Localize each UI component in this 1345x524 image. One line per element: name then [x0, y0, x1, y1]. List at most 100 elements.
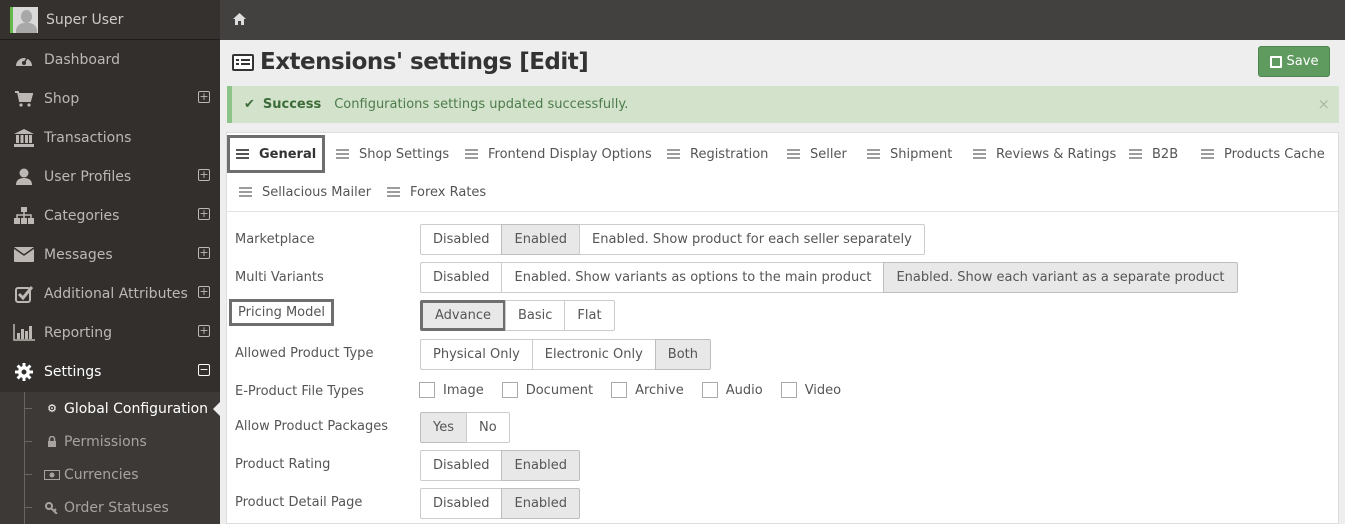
sidebar-item-shop[interactable]: Shop + — [0, 79, 220, 118]
checkbox[interactable] — [780, 382, 797, 398]
sidebar-item-user-profiles[interactable]: User Profiles + — [0, 157, 220, 196]
sidebar-item-dashboard[interactable]: Dashboard — [0, 40, 220, 79]
multi-variants-option-separate[interactable]: Enabled. Show each variant as a separate… — [883, 262, 1238, 293]
expand-icon[interactable]: + — [198, 169, 210, 181]
main-content: Extensions' settings [Edit] Save ✔ Succe… — [220, 40, 1345, 524]
lock-icon — [44, 436, 60, 447]
detail-page-option-disabled[interactable]: Disabled — [420, 488, 503, 519]
tab-frontend-display-options[interactable]: Frontend Display Options — [465, 136, 652, 172]
sidebar-item-transactions[interactable]: Transactions — [0, 118, 220, 157]
list-icon — [867, 149, 880, 159]
submenu-item-order-statuses[interactable]: Order Statuses — [0, 491, 220, 524]
expand-icon[interactable]: + — [198, 208, 210, 220]
sidebar-item-reporting[interactable]: Reporting + — [0, 313, 220, 352]
collapse-icon[interactable]: − — [198, 364, 210, 376]
allowed-product-type-toggle: Physical Only Electronic Only Both — [420, 339, 712, 370]
product-type-option-both[interactable]: Both — [654, 339, 712, 370]
checkbox[interactable] — [611, 382, 628, 398]
settings-submenu: ⚙ Global Configuration Permissions Curre… — [0, 392, 220, 524]
list-icon — [387, 187, 400, 197]
sidebar-item-additional-attributes[interactable]: Additional Attributes + — [0, 274, 220, 313]
tab-label: Shop Settings — [359, 146, 450, 162]
marketplace-option-enabled-separate[interactable]: Enabled. Show product for each seller se… — [579, 224, 925, 255]
submenu-item-label: Global Configuration — [64, 400, 209, 417]
tab-registration[interactable]: Registration — [667, 136, 768, 172]
rating-option-disabled[interactable]: Disabled — [420, 450, 503, 481]
save-button[interactable]: Save — [1258, 46, 1330, 77]
submenu-item-global-configuration[interactable]: ⚙ Global Configuration — [0, 392, 220, 425]
tab-label: Registration — [690, 146, 769, 162]
file-type-video[interactable]: Video — [780, 382, 841, 398]
submenu-item-currencies[interactable]: Currencies — [0, 458, 220, 491]
list-icon — [336, 149, 349, 159]
sidebar-item-label: User Profiles — [44, 168, 132, 185]
file-type-image[interactable]: Image — [419, 382, 484, 398]
sidebar-item-categories[interactable]: Categories + — [0, 196, 220, 235]
list-icon — [239, 187, 252, 197]
checkbox-label: Image — [443, 382, 484, 398]
marketplace-option-enabled[interactable]: Enabled — [501, 224, 581, 255]
submenu-item-permissions[interactable]: Permissions — [0, 425, 220, 458]
sidebar-item-messages[interactable]: Messages + — [0, 235, 220, 274]
checkbox[interactable] — [501, 382, 518, 398]
tab-sellacious-mailer[interactable]: Sellacious Mailer — [239, 174, 371, 210]
checkbox-label: Audio — [725, 382, 763, 398]
list-icon — [465, 149, 478, 159]
top-bar — [220, 0, 1345, 40]
marketplace-toggle: Disabled Enabled Enabled. Show product f… — [420, 224, 925, 255]
marketplace-option-disabled[interactable]: Disabled — [420, 224, 503, 255]
envelope-icon — [12, 245, 36, 265]
packages-option-no[interactable]: No — [466, 412, 510, 443]
edit-icon — [1269, 55, 1282, 68]
rating-option-enabled[interactable]: Enabled — [501, 450, 581, 481]
e-product-file-types-label: E-Product File Types — [235, 384, 364, 399]
expand-icon[interactable]: + — [198, 247, 210, 259]
list-icon — [787, 149, 800, 159]
tab-label: Reviews & Ratings — [996, 146, 1117, 162]
expand-icon[interactable]: + — [198, 286, 210, 298]
pricing-model-option-basic[interactable]: Basic — [504, 300, 566, 331]
save-button-label: Save — [1286, 54, 1319, 69]
tab-reviews-ratings[interactable]: Reviews & Ratings — [973, 136, 1116, 172]
product-type-option-physical[interactable]: Physical Only — [420, 339, 533, 370]
tab-general[interactable]: General — [227, 135, 326, 173]
expand-icon[interactable]: + — [198, 325, 210, 337]
file-types-checkboxes: Image Document Archive Audio Video — [419, 380, 859, 400]
tab-label: General — [259, 146, 317, 162]
checkbox[interactable] — [419, 382, 435, 398]
sidebar-item-label: Settings — [44, 363, 102, 380]
bar-chart-icon — [12, 323, 36, 343]
pricing-model-toggle: Advance Basic Flat — [420, 300, 615, 331]
home-icon[interactable] — [233, 13, 246, 29]
file-type-audio[interactable]: Audio — [701, 382, 763, 398]
pricing-model-option-advance[interactable]: Advance — [420, 300, 506, 331]
product-type-option-electronic[interactable]: Electronic Only — [531, 339, 656, 370]
checkbox[interactable] — [701, 382, 718, 398]
packages-option-yes[interactable]: Yes — [420, 412, 467, 443]
close-icon[interactable]: × — [1317, 95, 1330, 113]
sidebar-item-settings[interactable]: Settings − — [0, 352, 220, 391]
expand-icon[interactable]: + — [198, 91, 210, 103]
user-bar[interactable]: Super User — [0, 0, 220, 40]
tab-seller[interactable]: Seller — [787, 136, 847, 172]
tab-shipment[interactable]: Shipment — [867, 136, 952, 172]
tab-label: Frontend Display Options — [488, 146, 652, 162]
submenu-item-label: Currencies — [64, 466, 139, 483]
list-icon — [236, 149, 249, 159]
list-icon — [232, 53, 254, 71]
multi-variants-option-disabled[interactable]: Disabled — [420, 262, 503, 293]
tab-forex-rates[interactable]: Forex Rates — [387, 174, 486, 210]
multi-variants-option-options[interactable]: Enabled. Show variants as options to the… — [501, 262, 885, 293]
pricing-model-option-flat[interactable]: Flat — [564, 300, 615, 331]
file-type-archive[interactable]: Archive — [611, 382, 684, 398]
user-name: Super User — [46, 11, 124, 28]
marketplace-label: Marketplace — [235, 232, 315, 247]
detail-page-option-enabled[interactable]: Enabled — [501, 488, 581, 519]
tab-products-cache[interactable]: Products Cache — [1201, 136, 1325, 172]
file-type-document[interactable]: Document — [501, 382, 593, 398]
tab-label: Seller — [810, 146, 847, 162]
tab-b2b[interactable]: B2B — [1129, 136, 1178, 172]
tab-shop-settings[interactable]: Shop Settings — [336, 136, 449, 172]
sidebar-item-label: Messages — [44, 246, 113, 263]
list-icon — [1129, 149, 1142, 159]
